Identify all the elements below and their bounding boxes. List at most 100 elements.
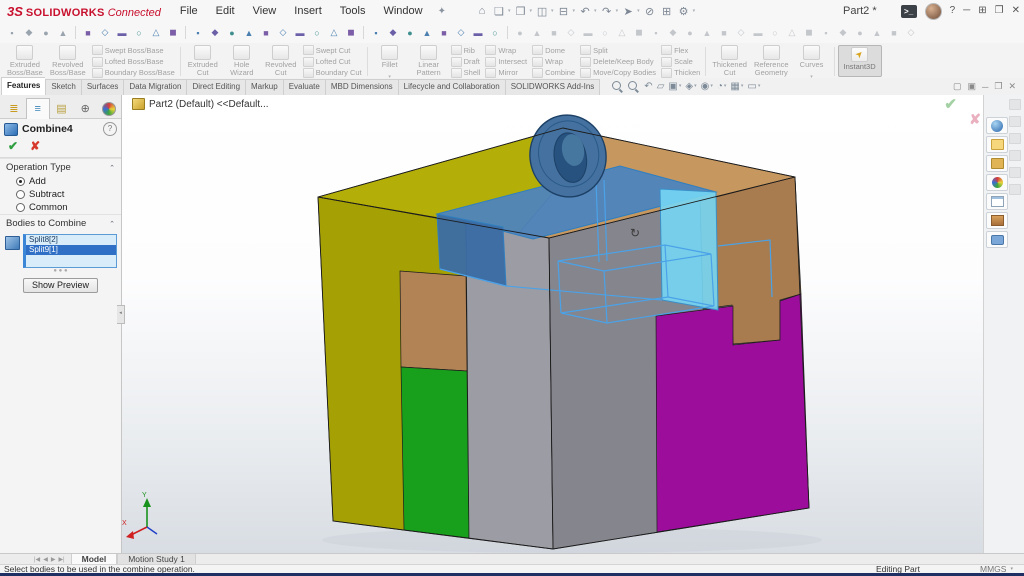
ribbon-button-revolved-cut[interactable]: RevolvedCut xyxy=(262,44,300,79)
mirror-entities-icon[interactable]: ■ xyxy=(258,25,274,40)
ribbon-button-rib[interactable]: Rib xyxy=(451,45,481,55)
ribbon-button-mirror[interactable]: Mirror xyxy=(485,68,527,78)
section-view-icon[interactable]: ▱ xyxy=(657,78,665,95)
smart-fasteners-icon[interactable]: ◇ xyxy=(563,25,579,40)
show-preview-button[interactable]: Show Preview xyxy=(23,278,98,293)
convert-entities-icon[interactable]: ● xyxy=(224,25,240,40)
ok-button[interactable] xyxy=(8,139,18,153)
previous-tab-button[interactable]: ◀ xyxy=(43,556,48,563)
task-pane-tab-custom-properties[interactable] xyxy=(986,193,1008,210)
help-icon[interactable]: ? xyxy=(103,122,117,136)
ribbon-button-thicken[interactable]: Thicken xyxy=(661,68,700,78)
sensor-icon[interactable]: ○ xyxy=(487,25,503,40)
linear-component-pattern-icon[interactable]: ■ xyxy=(546,25,562,40)
ribbon-button-curves[interactable]: Curves xyxy=(793,44,831,79)
sketch-fillet-icon[interactable]: ▪ xyxy=(190,25,206,40)
menu-tools[interactable]: Tools xyxy=(331,0,375,22)
group-operation-type[interactable]: Operation Type ⌃ xyxy=(0,158,121,175)
ribbon-button-dome[interactable]: Dome xyxy=(532,45,575,55)
ribbon-button-lofted-boss-base[interactable]: Lofted Boss/Base xyxy=(92,57,175,67)
assembly-visualization-icon[interactable]: ▬ xyxy=(750,25,766,40)
task-pane-tab-resources[interactable] xyxy=(986,212,1008,229)
explode-line-sketch-icon[interactable]: ● xyxy=(682,25,698,40)
caret-down-icon[interactable]: ▾ xyxy=(616,8,619,14)
bill-of-materials-icon[interactable]: ▪ xyxy=(648,25,664,40)
radio-add[interactable]: Add xyxy=(0,175,121,188)
tab-features[interactable]: Features xyxy=(1,77,45,95)
display-style-icon[interactable]: ◈▾ xyxy=(685,78,696,95)
flyout-feature-tree[interactable]: Part2 (Default) <<Default... xyxy=(132,98,269,110)
manager-tab-feature-manager-design-tree[interactable]: ≣ xyxy=(2,98,26,119)
assembly-features-icon[interactable]: △ xyxy=(614,25,630,40)
quick-snaps-icon[interactable]: △ xyxy=(326,25,342,40)
manager-tab-configuration-manager[interactable]: ▤ xyxy=(50,98,74,119)
caret-down-icon[interactable]: ▾ xyxy=(741,78,744,95)
undo-icon[interactable]: ↶ xyxy=(577,3,593,19)
caret-down-icon[interactable]: ▾ xyxy=(637,8,640,14)
previous-view-icon[interactable]: ↶ xyxy=(644,78,652,95)
cam-icon[interactable]: ● xyxy=(852,25,868,40)
caret-down-icon[interactable]: ▾ xyxy=(530,8,533,14)
mate-reference-icon[interactable]: ■ xyxy=(436,25,452,40)
measure-icon[interactable]: ◇ xyxy=(453,25,469,40)
ribbon-button-hole-wizard[interactable]: HoleWizard xyxy=(223,44,261,79)
symmetry-check-icon[interactable]: ◼ xyxy=(801,25,817,40)
ribbon-button-move-copy-bodies[interactable]: Move/Copy Bodies xyxy=(580,68,656,78)
ribbon-button-swept-cut[interactable]: Swept Cut xyxy=(303,45,362,55)
caret-down-icon[interactable]: ▾ xyxy=(694,78,697,95)
display-delete-relations-icon[interactable]: ▬ xyxy=(292,25,308,40)
mass-properties-icon[interactable]: ▬ xyxy=(470,25,486,40)
home-icon[interactable]: ⌂ xyxy=(474,3,490,19)
edit-appearance-icon[interactable]: ◔▾ xyxy=(717,78,727,95)
interference-detection-icon[interactable]: ▲ xyxy=(699,25,715,40)
point-icon[interactable]: ● xyxy=(402,25,418,40)
ribbon-button-wrap[interactable]: Wrap xyxy=(485,45,527,55)
print-icon[interactable]: ⊟ xyxy=(556,3,572,19)
body-purple-face[interactable] xyxy=(656,294,809,532)
apply-scene-icon[interactable]: ▦▾ xyxy=(730,78,743,95)
caret-down-icon[interactable]: ▾ xyxy=(758,78,761,95)
task-pane-tab-3dexperience[interactable] xyxy=(986,117,1008,134)
filter-vertices-icon[interactable]: ◆ xyxy=(21,25,37,40)
menu-insert[interactable]: Insert xyxy=(285,0,331,22)
close-doc-icon[interactable]: ✕ xyxy=(1008,81,1016,92)
tab-solidworks-add-ins[interactable]: SOLIDWORKS Add-Ins xyxy=(505,79,601,95)
window-left-icon[interactable]: ▢ xyxy=(953,81,962,92)
trim-entities-icon[interactable]: ◆ xyxy=(207,25,223,40)
tab-lifecycle-and-collaboration[interactable]: Lifecycle and Collaboration xyxy=(398,79,505,95)
axis-icon[interactable]: ◆ xyxy=(385,25,401,40)
pin-menu-icon[interactable]: ✦ xyxy=(438,6,446,17)
panel-collapse-handle[interactable]: ◂ xyxy=(117,305,125,324)
body-brown-left-face[interactable] xyxy=(400,271,467,371)
tab-mbd-dimensions[interactable]: MBD Dimensions xyxy=(325,79,398,95)
manager-tab-display-manager[interactable] xyxy=(97,98,121,119)
sketch-icon[interactable]: ■ xyxy=(80,25,96,40)
ribbon-button-swept-boss-base[interactable]: Swept Boss/Base xyxy=(92,45,175,55)
ribbon-button-boundary-boss-base[interactable]: Boundary Boss/Base xyxy=(92,68,175,78)
task-pane-tab-appearances[interactable] xyxy=(986,174,1008,191)
caret-down-icon[interactable]: ▾ xyxy=(679,78,682,95)
next-tab-button[interactable]: ▶ xyxy=(51,556,56,563)
task-pane-tab-file-explorer[interactable] xyxy=(986,136,1008,153)
open-icon[interactable]: ❒ xyxy=(513,3,529,19)
layout-switch-icon[interactable]: ⊞ xyxy=(978,0,986,22)
corner-rectangle-icon[interactable]: ○ xyxy=(131,25,147,40)
circle-icon[interactable]: △ xyxy=(148,25,164,40)
plane-icon[interactable]: ▪ xyxy=(368,25,384,40)
close-icon[interactable]: ✕ xyxy=(1012,0,1020,22)
ribbon-button-thickened-cut[interactable]: ThickenedCut xyxy=(709,44,750,79)
new-document-icon[interactable]: ❏ xyxy=(491,3,507,19)
move-component-icon[interactable]: ▬ xyxy=(580,25,596,40)
inspection-icon[interactable]: ■ xyxy=(886,25,902,40)
radio-button[interactable] xyxy=(16,203,25,212)
hole-alignment-icon[interactable]: ◇ xyxy=(733,25,749,40)
filter-edges-icon[interactable]: ● xyxy=(38,25,54,40)
ribbon-button-wrap[interactable]: Wrap xyxy=(532,57,575,67)
offset-entities-icon[interactable]: ▲ xyxy=(241,25,257,40)
flow-simulation-icon[interactable]: ◆ xyxy=(835,25,851,40)
list-resize-grip[interactable]: ● ● ● xyxy=(0,268,121,274)
ribbon-button-intersect[interactable]: Intersect xyxy=(485,57,527,67)
radio-common[interactable]: Common xyxy=(0,201,121,214)
radio-button[interactable] xyxy=(16,190,25,199)
ribbon-button-revolved-boss-base[interactable]: RevolvedBoss/Base xyxy=(47,44,89,79)
